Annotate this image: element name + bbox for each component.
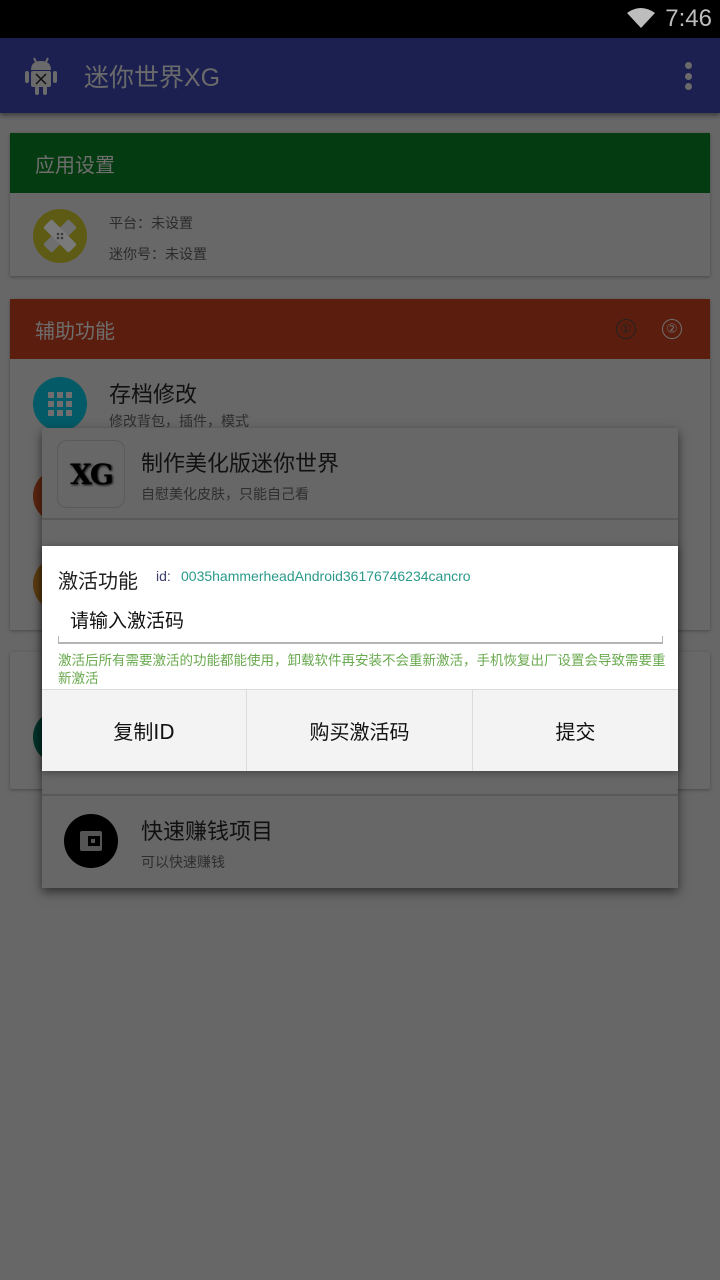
features-header-title: 辅助功能 — [35, 318, 115, 343]
dialog-buttons: 复制ID 购买激活码 提交 — [42, 689, 678, 771]
copy-id-button[interactable]: 复制ID — [42, 690, 247, 771]
status-bar: 7:46 — [0, 0, 720, 38]
mini-id-label: 迷你号：未设置 — [109, 247, 207, 263]
buy-code-button[interactable]: 购买激活码 — [247, 690, 473, 771]
app-title: 迷你世界XG — [84, 64, 221, 92]
menu-item-earn-money[interactable]: 快速赚钱项目 可以快速赚钱 — [42, 796, 678, 888]
features-header: 辅助功能 ① ② — [10, 299, 710, 359]
grid-apps-icon — [33, 377, 87, 431]
activation-hint: 激活后所有需要激活的功能都能使用，卸载软件再安装不会重新激活，手机恢复出厂设置会… — [58, 653, 666, 687]
android-icon — [25, 57, 57, 95]
menu-item-title: 快速赚钱项目 — [141, 820, 274, 845]
app-bar: 迷你世界XG — [0, 38, 720, 113]
device-id-label: id: — [156, 568, 171, 584]
device-id-value: 0035hammerheadAndroid36176746234cancro — [181, 568, 471, 584]
dialog-title: 激活功能 — [58, 569, 138, 593]
xg-logo-icon: XG — [57, 440, 125, 508]
menu-item-beautify[interactable]: XG 制作美化版迷你世界 自慰美化皮肤，只能自己看 — [42, 428, 678, 520]
platform-label: 平台：未设置 — [109, 216, 193, 232]
page-1-button[interactable]: ① — [616, 319, 636, 339]
settings-row[interactable]: 平台：未设置 迷你号：未设置 — [10, 193, 710, 276]
activation-code-input[interactable] — [58, 600, 663, 644]
feature-item-save-edit[interactable]: 存档修改 修改背包，插件，模式 — [10, 359, 710, 431]
page-2-button[interactable]: ② — [662, 319, 682, 339]
wallet-icon — [64, 814, 118, 868]
settings-header: 应用设置 — [10, 133, 710, 193]
input-underline-edge — [662, 636, 663, 644]
bandage-icon — [33, 209, 87, 263]
input-underline-edge — [58, 636, 59, 644]
status-time: 7:46 — [665, 5, 712, 32]
overflow-menu-icon[interactable] — [684, 62, 692, 90]
submit-button[interactable]: 提交 — [473, 690, 678, 771]
activation-dialog: 激活功能 id: 0035hammerheadAndroid3617674623… — [42, 546, 678, 771]
menu-item-subtitle: 可以快速赚钱 — [141, 855, 225, 871]
menu-item-subtitle: 自慰美化皮肤，只能自己看 — [141, 487, 309, 503]
app-settings-card: 应用设置 平台：未设置 迷你号：未设置 — [10, 133, 710, 276]
wifi-icon — [627, 8, 655, 28]
menu-item-title: 制作美化版迷你世界 — [141, 452, 340, 477]
feature-title: 存档修改 — [109, 383, 198, 408]
